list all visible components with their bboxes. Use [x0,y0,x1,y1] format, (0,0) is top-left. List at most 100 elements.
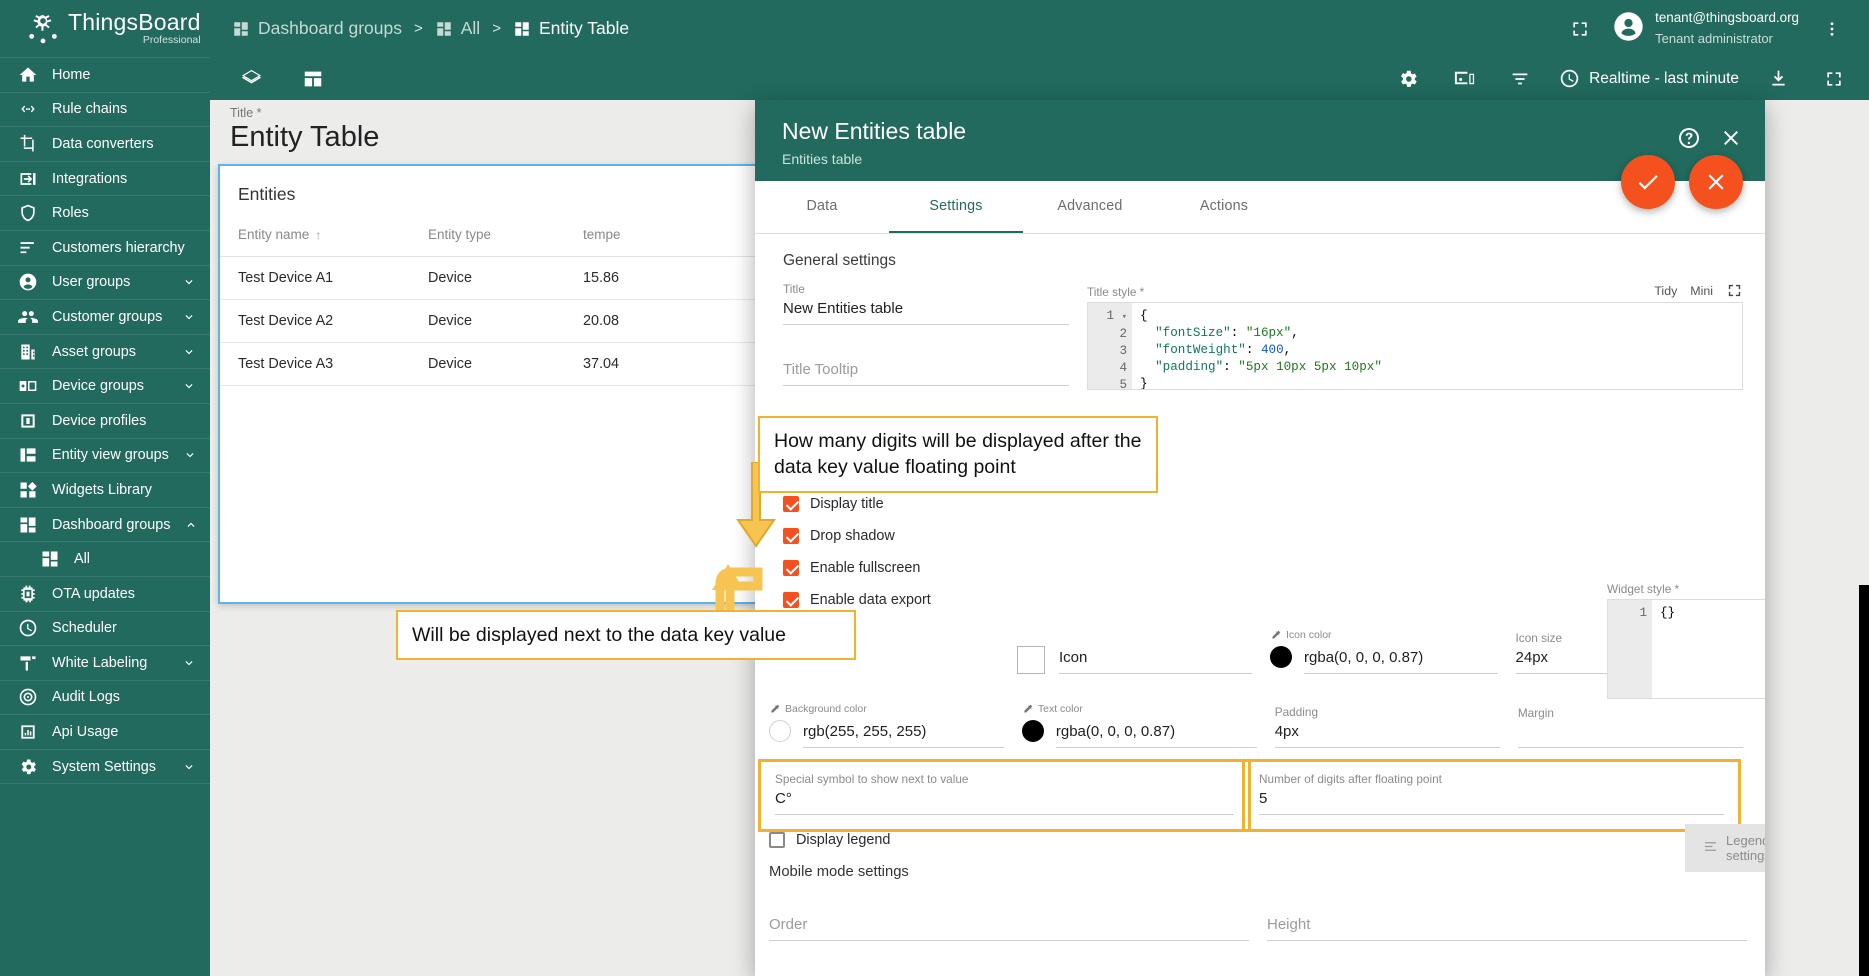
icon-color-swatch[interactable] [1270,646,1293,668]
sidebar-item-widgets-library[interactable]: Widgets Library [0,473,210,508]
chevron-down-icon[interactable] [182,760,196,774]
sidebar-item-audit-logs[interactable]: Audit Logs [0,681,210,716]
more-vert-icon[interactable] [1815,12,1849,46]
sidebar-item-rule-chains[interactable]: Rule chains [0,93,210,128]
title-field-value[interactable]: New Entities table [783,300,1069,325]
sidebar-item-scheduler[interactable]: Scheduler [0,612,210,647]
digits-after-point-value[interactable]: 5 [1259,790,1724,815]
line-number: 1 ▾ [1106,309,1127,323]
digits-after-point-field[interactable]: Number of digits after floating point 5 [1242,759,1741,832]
column-header-entity-type[interactable]: Entity type [410,217,565,257]
sidebar-item-api-usage[interactable]: Api Usage [0,715,210,750]
title-style-editor[interactable]: 1 ▾ 2 3 4 5 { "fontSize": "16px", "fontWeigh… [1087,302,1743,390]
sidebar-item-white-labeling[interactable]: White Labeling [0,646,210,681]
chevron-down-icon[interactable] [183,448,197,462]
sidebar-item-dashboard-groups[interactable]: Dashboard groups [0,508,210,543]
title-tooltip-field[interactable]: Title Tooltip [783,361,1069,386]
text-color-value[interactable]: rgba(0, 0, 0, 0.87) [1055,723,1257,748]
title-style-mini-button[interactable]: Mini [1690,284,1713,298]
text-color-field[interactable]: Text color rgba(0, 0, 0, 0.87) [1021,702,1257,748]
cancel-button[interactable] [1689,155,1743,209]
brand-logo[interactable]: ThingsBoard Professional [0,0,210,57]
layout-icon[interactable] [296,62,330,96]
sidebar-item-device-groups[interactable]: Device groups [0,369,210,404]
title-style-code[interactable]: { "fontSize": "16px", "fontWeight": 400,… [1132,303,1742,389]
mobile-mode-settings-heading: Mobile mode settings [769,864,909,880]
title-field[interactable]: Title New Entities table [783,282,1069,325]
column-header-entity-name[interactable]: Entity name ↑ [220,217,410,257]
chevron-down-icon[interactable] [182,656,196,670]
sidebar-item-entity-view-groups[interactable]: Entity view groups [0,439,210,474]
breadcrumb-item-entity-table[interactable]: Entity Table [513,18,629,39]
chevron-down-icon[interactable] [182,379,196,393]
background-color-field[interactable]: Background color rgb(255, 255, 255) [769,702,1004,748]
filter-icon[interactable] [1503,62,1537,96]
sidebar-item-customers-hierarchy[interactable]: Customers hierarchy [0,231,210,266]
user-menu[interactable]: tenant@thingsboard.org Tenant administra… [1613,8,1799,49]
layers-icon[interactable] [234,62,268,96]
sidebar-item-asset-groups[interactable]: Asset groups [0,335,210,370]
sidebar-item-home[interactable]: Home [0,58,210,93]
icon-field[interactable]: Icon [1017,646,1253,674]
sidebar-item-data-converters[interactable]: Data converters [0,127,210,162]
chevron-down-icon[interactable] [182,310,196,324]
drop-shadow-checkbox[interactable]: Drop shadow [783,528,1069,544]
height-placeholder[interactable]: Height [1267,916,1747,941]
sidebar-item-device-profiles[interactable]: Device profiles [0,404,210,439]
order-placeholder[interactable]: Order [769,916,1249,941]
display-legend-checkbox[interactable]: Display legend [769,832,1747,848]
sidebar-item-all[interactable]: All [0,542,210,577]
fullscreen-icon[interactable] [1817,62,1851,96]
tab-advanced[interactable]: Advanced [1023,181,1157,233]
icon-preview-swatch[interactable] [1017,646,1045,674]
order-field[interactable]: Order [769,916,1249,941]
chevron-down-icon[interactable] [182,275,196,289]
devices-icon[interactable] [1447,62,1481,96]
fullscreen-icon[interactable] [1563,12,1597,46]
icon-color-field[interactable]: Icon color rgba(0, 0, 0, 0.87) [1270,628,1498,674]
background-color-value[interactable]: rgb(255, 255, 255) [803,723,1004,748]
tab-data[interactable]: Data [755,181,889,233]
text-color-swatch[interactable] [1021,720,1044,742]
icon-field-value[interactable]: Icon [1059,649,1253,674]
breadcrumb-item-dashboard-groups[interactable]: Dashboard groups [232,18,402,39]
apply-button[interactable] [1621,155,1675,209]
background-color-swatch[interactable] [769,720,791,742]
widget-style-code[interactable]: {} [1652,600,1765,698]
enable-data-export-checkbox[interactable]: Enable data export [783,592,1069,608]
title-tooltip-placeholder[interactable]: Title Tooltip [783,361,1069,386]
help-icon[interactable] [1677,126,1701,150]
dialog-action-buttons [1621,155,1743,209]
sidebar-item-user-groups[interactable]: User groups [0,266,210,301]
widget-style-editor[interactable]: 1 {} [1607,599,1765,699]
chevron-up-icon[interactable] [184,518,198,532]
gear-icon[interactable] [1391,62,1425,96]
sidebar-item-roles[interactable]: Roles [0,196,210,231]
page-scrollbar[interactable] [1859,585,1869,976]
time-window-selector[interactable]: Realtime - last minute [1559,68,1739,89]
tab-actions[interactable]: Actions [1157,181,1291,233]
display-title-checkbox[interactable]: Display title [783,496,1069,512]
padding-value[interactable]: 4px [1274,723,1500,748]
margin-value[interactable] [1517,724,1743,748]
height-field[interactable]: Height [1267,916,1747,941]
title-style-tidy-button[interactable]: Tidy [1654,284,1677,298]
sidebar-item-system-settings[interactable]: System Settings [0,750,210,785]
fullscreen-icon[interactable] [1726,282,1743,299]
special-symbol-value[interactable]: C° [775,790,1234,815]
padding-field[interactable]: Padding 4px [1274,705,1500,748]
tab-settings[interactable]: Settings [889,181,1023,233]
sidebar-item-integrations[interactable]: Integrations [0,162,210,197]
chevron-down-icon[interactable] [182,345,196,359]
sidebar-item-customer-groups[interactable]: Customer groups [0,300,210,335]
icon-color-value[interactable]: rgba(0, 0, 0, 0.87) [1304,649,1498,674]
breadcrumb-item-all[interactable]: All [435,18,480,39]
margin-field[interactable]: Margin [1517,706,1743,748]
padding-label: Padding [1274,705,1319,719]
enable-fullscreen-checkbox[interactable]: Enable fullscreen [783,560,1069,576]
sidebar-item-ota-updates[interactable]: OTA updates [0,577,210,612]
special-symbol-field[interactable]: Special symbol to show next to value C° [758,759,1251,832]
close-icon[interactable] [1719,126,1743,150]
download-icon[interactable] [1761,62,1795,96]
legend-settings-button[interactable]: Legend settings [1685,824,1765,872]
